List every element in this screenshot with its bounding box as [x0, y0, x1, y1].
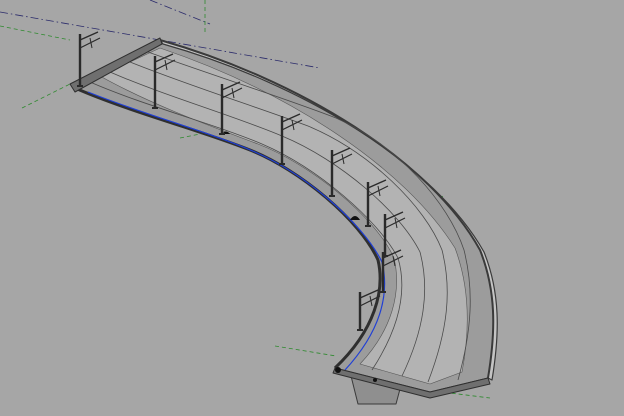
bearing-marker — [373, 378, 377, 382]
mast-arm — [79, 31, 99, 41]
bearing-marker — [335, 367, 341, 373]
mast-arm — [359, 289, 379, 299]
grid-line — [0, 25, 71, 41]
3d-viewport[interactable] — [0, 0, 624, 416]
section-line — [149, 0, 211, 25]
grid-line — [21, 83, 71, 109]
bridge[interactable] — [69, 37, 498, 405]
grid-line — [274, 345, 337, 357]
bridge-model-scene[interactable] — [0, 0, 624, 416]
